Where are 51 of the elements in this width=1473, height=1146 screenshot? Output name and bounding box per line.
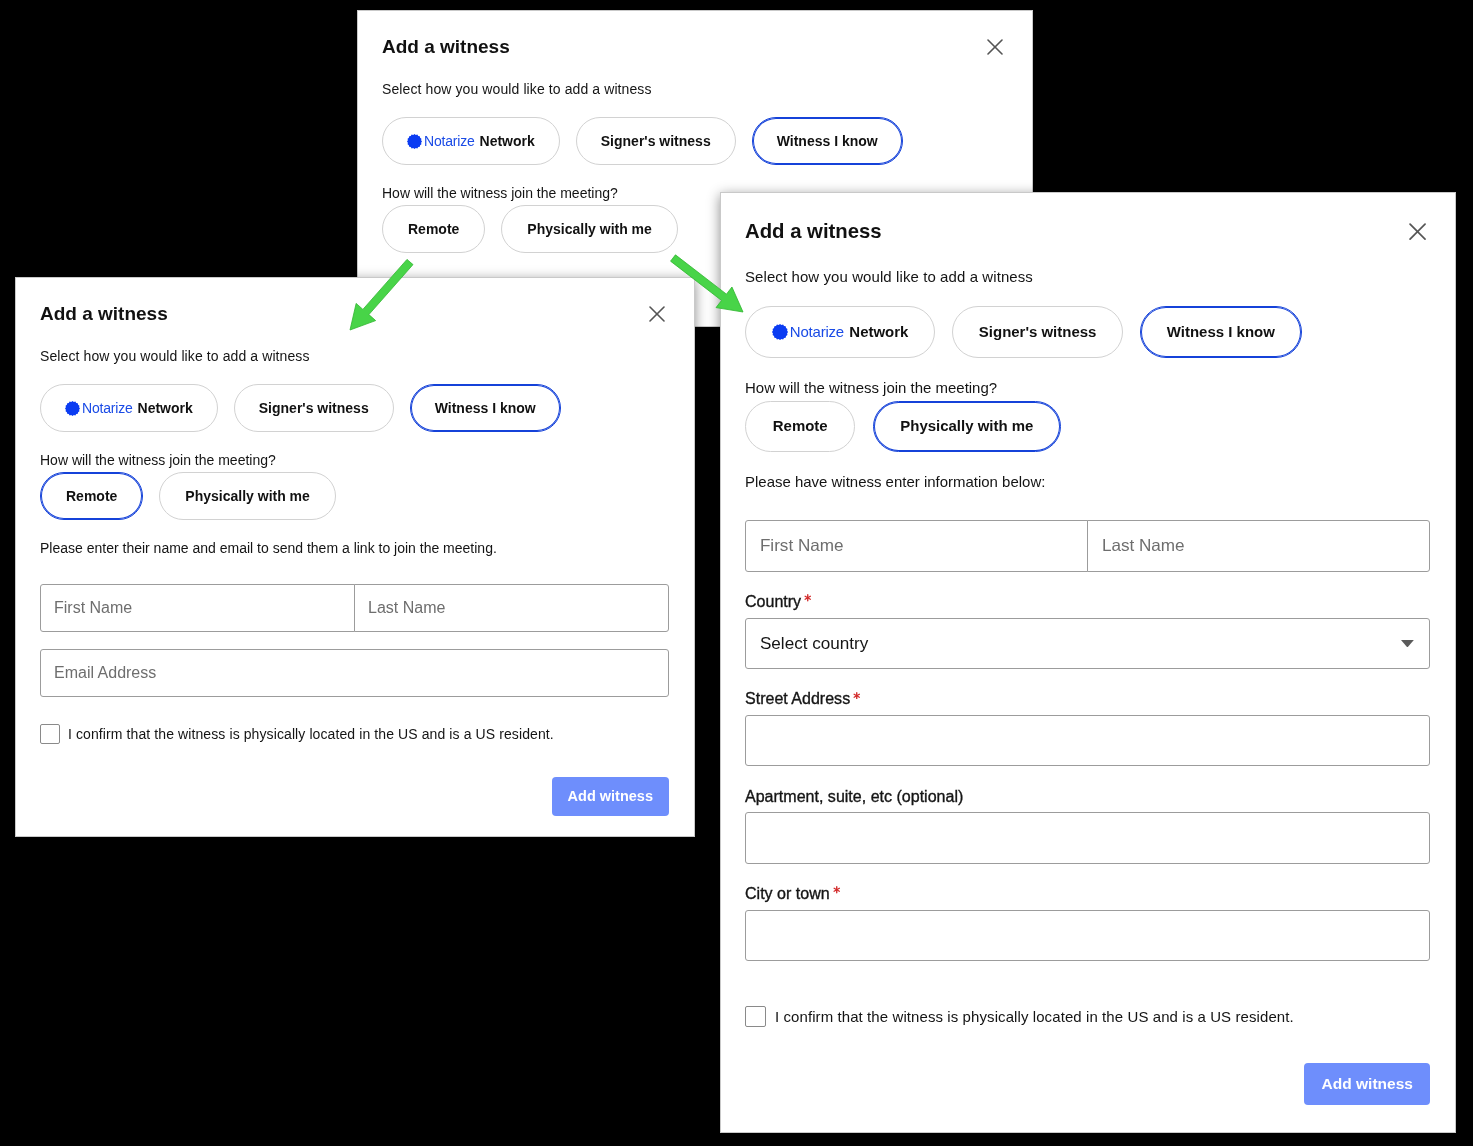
option-button[interactable]: Physically with me <box>159 472 336 520</box>
option-button[interactable]: Remote <box>382 205 486 253</box>
checkbox[interactable] <box>40 724 60 744</box>
question-text: How will the witness join the meeting? <box>382 184 619 203</box>
instruction-text: Please enter their name and email to send them a link to join the meeting. <box>40 539 498 558</box>
first-name-field[interactable]: First Name <box>40 584 355 632</box>
checkbox[interactable] <box>745 1006 767 1028</box>
option-button[interactable]: Physically with me <box>501 205 678 253</box>
field-label: City or town <box>745 883 830 905</box>
confirm-text: I confirm that the witness is physically located in the US and is a US resident. <box>68 725 554 744</box>
dialog-title: Add a witness <box>382 35 510 59</box>
close-icon[interactable] <box>987 39 1003 55</box>
close-icon[interactable] <box>1408 222 1426 241</box>
dialog-title: Add a witness <box>745 218 882 244</box>
email-field[interactable]: Email Address <box>40 649 669 697</box>
option-button[interactable]: Witness I know <box>409 384 561 432</box>
input-field[interactable] <box>745 715 1430 767</box>
last-name-field[interactable]: Last Name <box>354 584 669 632</box>
option-button[interactable]: Notarize Network <box>745 306 936 358</box>
input-field[interactable] <box>745 812 1430 864</box>
prompt-text: Select how you would like to add a witness <box>382 80 653 99</box>
arrow-icon <box>349 258 415 332</box>
prompt-text: Select how you would like to add a witness <box>745 266 1034 287</box>
option-button[interactable]: Signer's witness <box>575 117 736 165</box>
question-text: How will the witness join the meeting? <box>745 378 999 398</box>
first-name-field[interactable]: First Name <box>745 520 1088 572</box>
close-icon[interactable] <box>649 306 665 322</box>
field-label: Apartment, suite, etc (optional) <box>745 785 964 807</box>
confirm-text: I confirm that the witness is physically located in the US and is a US resident. <box>774 1007 1294 1028</box>
option-button[interactable]: Physically with me <box>872 400 1062 452</box>
option-button[interactable]: Witness I know <box>751 117 903 165</box>
dialog-title: Add a witness <box>40 302 168 326</box>
option-button[interactable]: Signer's witness <box>952 306 1124 358</box>
field-label: Street Address <box>745 688 851 710</box>
seal-icon <box>407 133 422 149</box>
option-button[interactable]: Signer's witness <box>233 384 394 432</box>
instruction-text: Please have witness enter information below: <box>745 472 1047 493</box>
arrow-icon <box>670 254 744 313</box>
question-text: How will the witness join the meeting? <box>40 451 277 470</box>
dropdown-field[interactable]: Select country <box>745 617 1430 670</box>
last-name-field[interactable]: Last Name <box>1087 520 1430 572</box>
field-label: Country <box>745 591 802 612</box>
option-button[interactable]: Remote <box>745 400 856 452</box>
caret-icon <box>1401 639 1415 648</box>
seal-icon <box>771 324 788 341</box>
prompt-text: Select how you would like to add a witness <box>40 347 311 366</box>
seal-icon <box>65 400 80 416</box>
option-button[interactable]: Witness I know <box>1140 306 1302 358</box>
input-field[interactable] <box>745 909 1430 962</box>
option-button[interactable]: Notarize Network <box>382 117 560 165</box>
option-button[interactable]: Notarize Network <box>40 384 218 432</box>
